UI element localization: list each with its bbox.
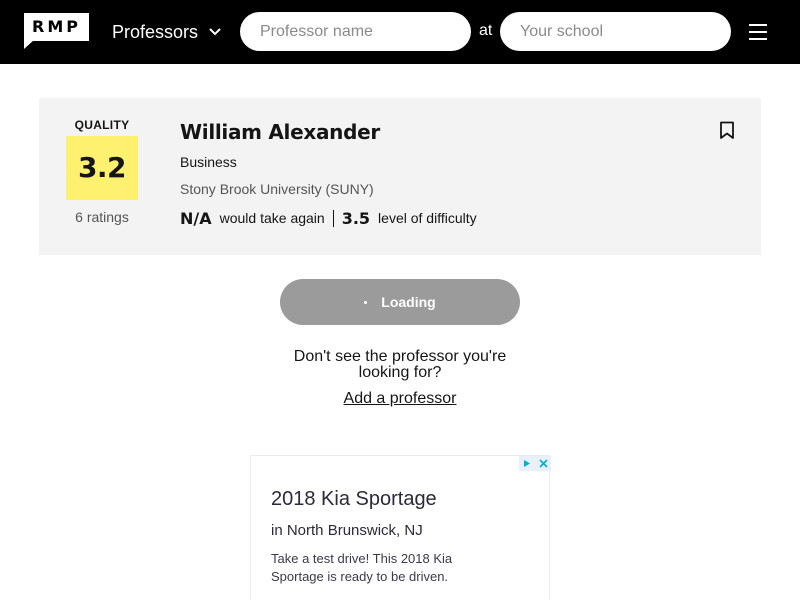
would-take-again-label: would take again [219, 210, 325, 226]
ratings-count: 6 ratings [75, 209, 129, 225]
ad-title: 2018 Kia Sportage [271, 488, 437, 510]
load-more-button[interactable]: Loading [280, 279, 520, 325]
professor-department: Business [180, 154, 237, 170]
close-icon[interactable] [535, 456, 551, 471]
logo-text: RMP [32, 17, 81, 36]
ad-subtitle: in North Brunswick, NJ [271, 522, 423, 539]
missing-professor-prompt: Don't see the professor you're looking f… [293, 348, 507, 381]
difficulty-label: level of difficulty [378, 210, 477, 226]
search-type-dropdown[interactable]: Professors [112, 20, 222, 44]
load-more-label: Loading [381, 294, 436, 310]
professor-school: Stony Brook University (SUNY) [180, 181, 374, 197]
ad-choices [519, 456, 551, 471]
difficulty-value: 3.5 [341, 208, 371, 228]
school-input[interactable] [500, 12, 731, 51]
rmp-logo[interactable]: RMP [24, 13, 89, 49]
stat-divider [332, 209, 334, 227]
play-triangle-icon[interactable] [519, 456, 535, 471]
professor-name-input[interactable] [240, 12, 471, 51]
bookmark-icon[interactable] [719, 121, 735, 140]
quality-score-box: 3.2 [66, 136, 138, 200]
chevron-down-icon [209, 28, 221, 36]
professor-name: William Alexander [180, 120, 380, 144]
professor-card[interactable]: QUALITY 3.2 6 ratings William Alexander … [39, 98, 761, 255]
quality-label: QUALITY [74, 118, 130, 132]
hamburger-menu-icon[interactable] [749, 24, 767, 40]
professor-stats: N/A would take again 3.5 level of diffic… [180, 207, 477, 229]
at-label: at [479, 22, 493, 39]
search-type-label: Professors [112, 21, 199, 42]
ad-body: Take a test drive! This 2018 Kia Sportag… [271, 551, 453, 584]
quality-score: 3.2 [77, 151, 127, 184]
would-take-again-value: N/A [180, 208, 212, 228]
add-professor-link[interactable]: Add a professor [0, 390, 800, 408]
advertisement[interactable]: 2018 Kia Sportage in North Brunswick, NJ… [250, 455, 551, 600]
logo-speech-tail [24, 40, 34, 49]
top-nav-bar: RMP Professors at [0, 0, 800, 64]
spinner-icon [364, 300, 368, 304]
